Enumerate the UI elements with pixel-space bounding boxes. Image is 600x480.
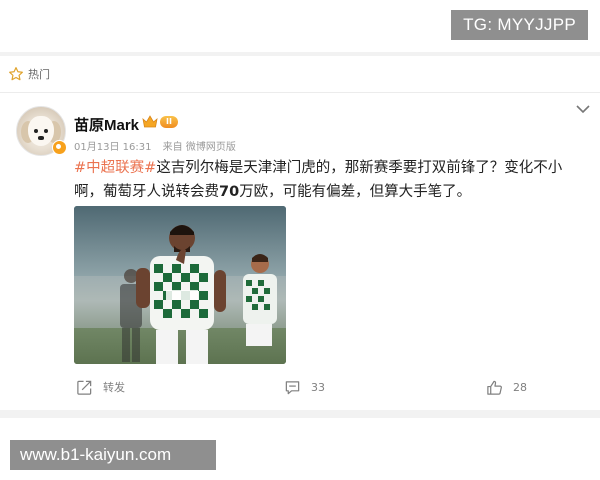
like-count: 28 [513, 380, 527, 394]
comment-icon [285, 380, 300, 394]
comment-count: 33 [311, 380, 325, 394]
post-text-part2: 万欧，可能有偏差，但算大手笔了。 [239, 184, 472, 200]
like-button[interactable]: 28 [486, 374, 527, 400]
thumbs-up-icon [487, 380, 502, 395]
post-text-bold: 70 [219, 184, 240, 200]
topic-link[interactable]: #中超联赛# [74, 160, 156, 176]
star-icon [9, 67, 23, 81]
post-image[interactable] [74, 206, 286, 364]
crown-icon [142, 115, 158, 128]
comment-button[interactable]: 33 [284, 374, 325, 400]
divider [0, 92, 600, 93]
post-meta: 01月13日 16:31 来自 微博网页版 [74, 138, 244, 153]
top-separator [0, 52, 600, 56]
verified-badge-icon [52, 140, 67, 155]
hot-label: 热门 [28, 68, 50, 81]
post-content: #中超联赛#这吉列尔梅是天津津门虎的，那新赛季要打双前锋了？变化不小啊，葡萄牙人… [74, 156, 584, 204]
bottom-separator [0, 410, 600, 418]
hot-section-header: 热门 [8, 64, 50, 84]
username[interactable]: 苗原Mark [74, 114, 139, 135]
chevron-down-icon[interactable] [576, 104, 590, 114]
repost-icon [77, 380, 92, 395]
repost-label: 转发 [103, 381, 125, 394]
main-player [136, 225, 226, 364]
weibo-post: 苗原Mark II 01月13日 16:31 来自 微博网页版 #中超联赛#这吉… [0, 96, 600, 408]
post-source: 来自 微博网页版 [162, 142, 236, 153]
background-player [243, 254, 277, 346]
level-badge: II [160, 116, 178, 128]
tg-watermark: TG: MYYJJPP [451, 10, 588, 40]
post-date[interactable]: 01月13日 16:31 [74, 142, 151, 153]
repost-button[interactable]: 转发 [76, 374, 125, 400]
site-watermark: www.b1-kaiyun.com [10, 440, 216, 470]
action-bar: 转发 33 28 [0, 374, 600, 400]
